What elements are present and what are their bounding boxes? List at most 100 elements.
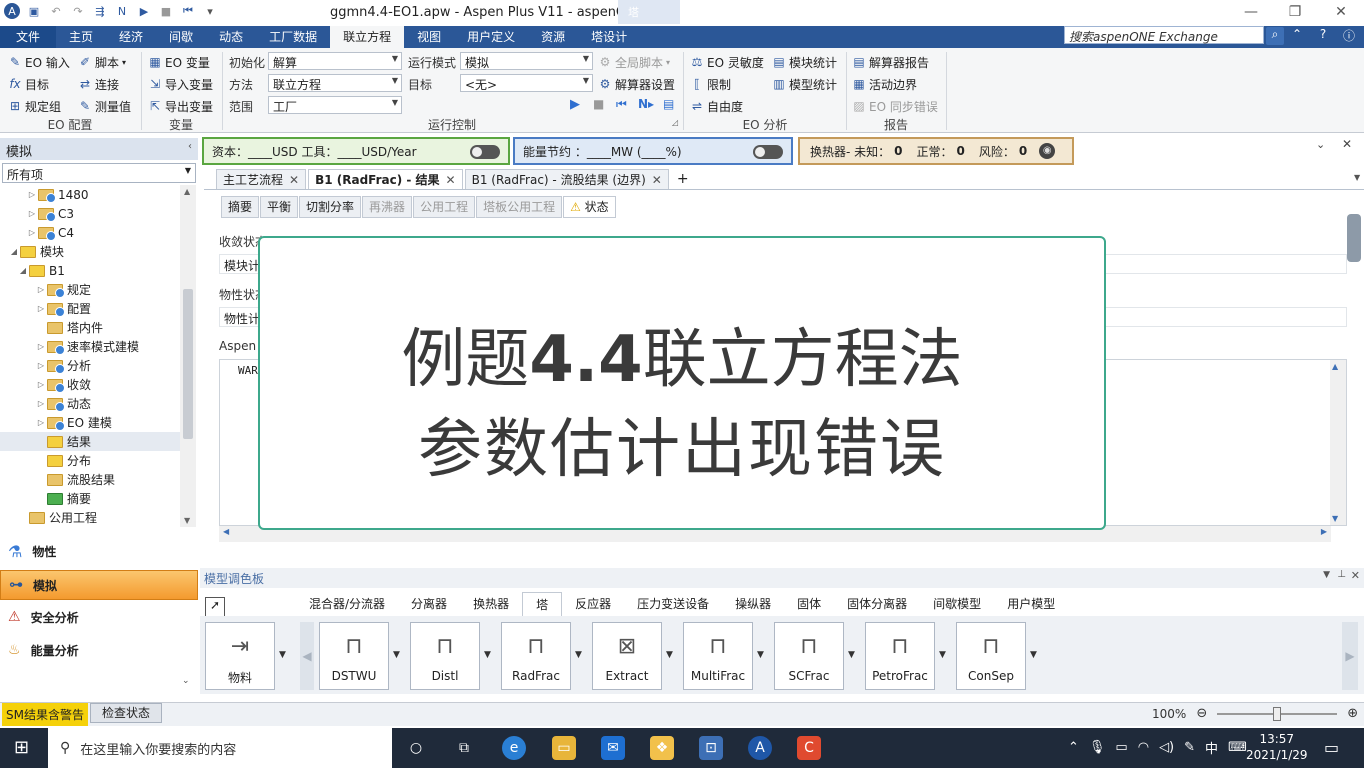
tab-customize[interactable]: 用户定义	[454, 26, 528, 48]
tree-item[interactable]: ▷ C3	[0, 204, 180, 223]
chevron-down-icon[interactable]: ▼	[666, 650, 673, 660]
tree-item[interactable]: ▷ EO 建模	[0, 413, 180, 432]
objective-button[interactable]: fx 目标	[8, 74, 49, 94]
mail-icon[interactable]: ✉	[601, 736, 625, 760]
export-variables-button[interactable]: ⇱ 导出变量	[148, 96, 213, 116]
cost-toggle[interactable]	[470, 145, 500, 159]
scope-select[interactable]: 工厂 ▼	[268, 96, 402, 114]
close-icon[interactable]: ✕	[1342, 137, 1352, 151]
close-icon[interactable]: ✕	[1351, 569, 1360, 582]
target-select[interactable]: <无> ▼	[460, 74, 593, 92]
undo-icon[interactable]: ↶	[48, 3, 64, 19]
palette-model[interactable]: ⊓ Distl	[410, 622, 480, 690]
side-scroll-handle[interactable]	[1347, 214, 1361, 262]
doc-tab-main-flowsheet[interactable]: 主工艺流程 ✕	[216, 169, 307, 189]
connect-button[interactable]: ⇄ 连接	[78, 74, 119, 94]
palette-tab[interactable]: 换热器	[460, 592, 522, 616]
windows-start-icon[interactable]: ⊞	[14, 738, 34, 758]
reset-icon[interactable]: ⏮	[616, 97, 627, 112]
minimize-icon[interactable]: —	[1236, 4, 1266, 20]
notification-icon[interactable]: ▭	[1324, 738, 1339, 757]
tab-batch[interactable]: 间歇	[156, 26, 206, 48]
palette-tab[interactable]: 压力变送设备	[624, 592, 722, 616]
palette-tab[interactable]: 塔	[522, 592, 563, 616]
reinit-icon[interactable]: N	[114, 3, 130, 19]
palette-model[interactable]: ⊓ ConSep	[956, 622, 1026, 690]
save-icon[interactable]: ▣	[26, 3, 42, 19]
sm-warning-badge[interactable]: SM结果含警告	[2, 703, 88, 726]
eo-variables-button[interactable]: ▦ EO 变量	[148, 52, 210, 72]
info-icon[interactable]: ⓘ	[1340, 27, 1358, 45]
spec-group-button[interactable]: ⊞ 规定组	[8, 96, 61, 116]
init-select[interactable]: 解算 ▼	[268, 52, 402, 70]
subtab-stage-utilities[interactable]: 塔板公用工程	[476, 196, 563, 218]
new-tab-icon[interactable]: +	[671, 169, 695, 189]
cortana-icon[interactable]: ○	[404, 736, 428, 760]
microphone-icon[interactable]: 🎙	[1089, 740, 1106, 755]
tree-item[interactable]: ▷ 规定	[0, 280, 180, 299]
scroll-up-icon[interactable]: ▲	[184, 187, 190, 196]
eo-sensitivity-button[interactable]: ⚖ EO 灵敏度	[690, 52, 764, 72]
subtab-reboiler[interactable]: 再沸器	[362, 196, 413, 218]
control-panel-icon[interactable]: ▤	[663, 97, 674, 111]
palette-model[interactable]: ⊓ RadFrac	[501, 622, 571, 690]
tree-item[interactable]: ◢ 模块	[0, 242, 180, 261]
method-select[interactable]: 联立方程 ▼	[268, 74, 402, 92]
chevron-down-icon[interactable]: ▼	[848, 650, 855, 660]
message-scrollbar[interactable]: ▲ ▼	[1330, 360, 1346, 525]
restore-icon[interactable]: ❐	[1280, 4, 1310, 20]
palette-model[interactable]: ⊓ MultiFrac	[683, 622, 753, 690]
taskbar-search-input[interactable]: ⚲ 在这里输入你要搜索的内容	[48, 728, 392, 768]
subtab-balance[interactable]: 平衡	[260, 196, 299, 218]
chevron-down-icon[interactable]: ▼	[393, 650, 400, 660]
tree-item[interactable]: ◢ B1	[0, 261, 180, 280]
ime-indicator[interactable]: 中	[1205, 738, 1218, 757]
expand-arrow-icon[interactable]: ▷	[35, 304, 47, 313]
close-icon[interactable]: ✕	[1326, 4, 1356, 20]
scroll-down-icon[interactable]: ▼	[1332, 514, 1338, 523]
keyboard-icon[interactable]: ⌨	[1228, 740, 1247, 755]
scroll-left-icon[interactable]: ◀	[223, 527, 229, 536]
aspen-logo-icon[interactable]: A	[4, 3, 20, 19]
palette-model[interactable]: ⇥ 物料	[205, 622, 275, 690]
subtab-status[interactable]: ⚠ 状态	[563, 196, 616, 218]
tab-list-icon[interactable]: ▼	[1354, 173, 1360, 182]
measurement-button[interactable]: ✎ 测量值	[78, 96, 131, 116]
zoom-slider[interactable]	[1217, 706, 1338, 721]
subtab-summary[interactable]: 摘要	[221, 196, 260, 218]
palette-model[interactable]: ⊓ SCFrac	[774, 622, 844, 690]
palette-scroll-right-icon[interactable]: ▶	[1342, 622, 1358, 690]
tree-item[interactable]: ▷ 动态	[0, 394, 180, 413]
palette-tab[interactable]: 分离器	[398, 592, 460, 616]
palette-tab[interactable]: 固体分离器	[834, 592, 920, 616]
chevron-down-icon[interactable]: ⌄	[1316, 138, 1325, 151]
chevron-down-icon[interactable]: ⌄	[182, 676, 190, 686]
expand-arrow-icon[interactable]: ▷	[35, 361, 47, 370]
tree-item[interactable]: ▷ 收敛	[0, 375, 180, 394]
zoom-out-icon[interactable]: ⊖	[1196, 706, 1207, 721]
zoom-slider-thumb[interactable]	[1273, 706, 1282, 721]
camtasia-icon[interactable]: C	[797, 736, 821, 760]
eo-sync-error-button[interactable]: ▨ EO 同步错误	[852, 96, 938, 116]
chevron-down-icon[interactable]: ▼	[1323, 570, 1330, 580]
tree-item[interactable]: 流股结果	[0, 470, 180, 489]
pin-icon[interactable]: ⊥	[1337, 569, 1346, 580]
nav-section-simulation[interactable]: ⊶ 模拟	[0, 570, 198, 600]
import-variables-button[interactable]: ⇲ 导入变量	[148, 74, 213, 94]
search-icon[interactable]: ⌕	[1266, 27, 1284, 45]
eo-input-button[interactable]: ✎ EO 输入	[8, 52, 70, 72]
scroll-up-icon[interactable]: ▲	[1332, 362, 1338, 371]
tab-column-design[interactable]: 塔设计	[578, 26, 640, 48]
tree-item[interactable]: ▷ C4	[0, 223, 180, 242]
palette-tab[interactable]: 操纵器	[722, 592, 784, 616]
reinit-icon[interactable]: N▸	[638, 97, 654, 111]
subtab-split-fraction[interactable]: 切割分率	[299, 196, 362, 218]
wifi-icon[interactable]: ◠	[1138, 740, 1149, 755]
run-mode-select[interactable]: 模拟 ▼	[460, 52, 593, 70]
palette-tab[interactable]: 固体	[784, 592, 834, 616]
select-pointer-icon[interactable]: ➚	[205, 597, 225, 617]
expand-arrow-icon[interactable]: ◢	[8, 247, 20, 256]
limits-button[interactable]: ⟦ 限制	[690, 74, 731, 94]
volume-icon[interactable]: ◁)	[1159, 740, 1174, 755]
tree-item[interactable]: ▷ 1480	[0, 185, 180, 204]
